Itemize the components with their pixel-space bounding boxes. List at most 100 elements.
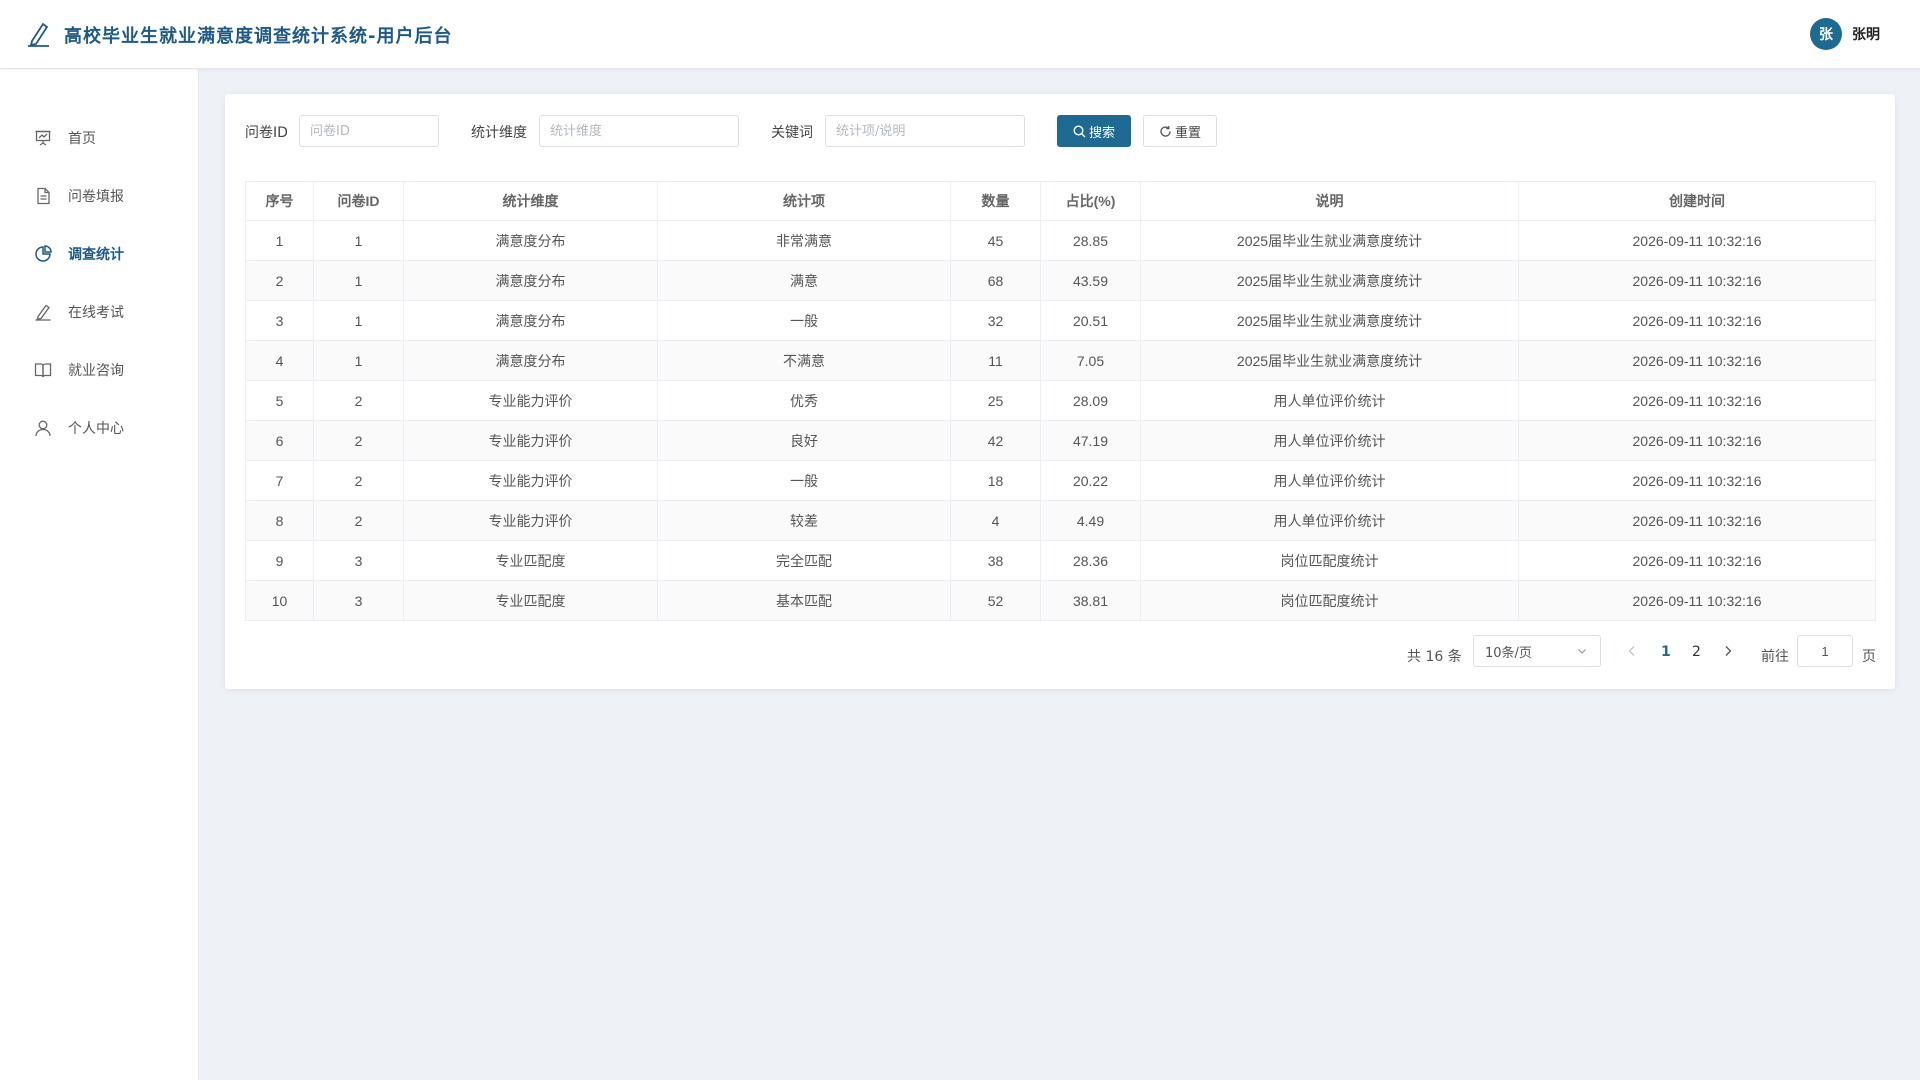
table-cell: 用人单位评价统计 [1140,380,1519,421]
page-suffix-label: 页 [1862,649,1876,665]
keyword-input[interactable] [825,115,1025,147]
table-cell: 非常满意 [657,220,951,261]
table-cell: 11 [950,340,1041,381]
table-cell: 2 [313,460,404,501]
table-cell: 2 [313,500,404,541]
sidebar: 首页 问卷填报 调查统计 在线考试 就业咨询 个人中心 [0,69,199,1080]
edit-pen-icon [35,304,51,321]
edit-pen-logo-icon [28,22,49,47]
total-count: 共 16 条 [1407,649,1462,665]
table-row: 3 1 满意度分布 一般 32 20.51 2025届毕业生就业满意度统计 2026-09-1… [245,300,1876,341]
search-button[interactable]: 搜索 [1057,115,1131,147]
table-cell: 满意度分布 [403,260,658,301]
page-size-select[interactable]: 10条/页 [1473,635,1601,667]
table-cell: 专业能力评价 [403,420,658,461]
table-cell: 用人单位评价统计 [1140,500,1519,541]
search-icon [1073,124,1086,137]
table-cell: 8 [245,500,314,541]
table-cell: 68 [950,260,1041,301]
table-cell: 1 [313,340,404,381]
reset-button[interactable]: 重置 [1143,115,1217,147]
goto-page-input[interactable] [1797,635,1853,667]
table-cell: 6 [245,420,314,461]
sidebar-item-statistics[interactable]: 调查统计 [0,232,199,276]
table-cell: 专业能力评价 [403,460,658,501]
table-row: 2 1 满意度分布 满意 68 43.59 2025届毕业生就业满意度统计 2026-09-1… [245,260,1876,301]
sidebar-item-profile[interactable]: 个人中心 [0,406,199,450]
table-cell: 2026-09-11 10:32:16 [1518,260,1876,301]
prev-page-icon[interactable] [1623,642,1641,660]
user-menu[interactable]: 张 张明 [1810,18,1880,50]
table-cell: 1 [313,220,404,261]
user-icon [35,420,51,437]
table-cell: 3 [313,540,404,581]
goto-label: 前往 [1761,649,1789,665]
column-header: 说明 [1140,181,1519,221]
table-cell: 完全匹配 [657,540,951,581]
table-row: 7 2 专业能力评价 一般 18 20.22 用人单位评价统计 2026-09-11 10:3… [245,460,1876,501]
table-cell: 32 [950,300,1041,341]
app-title: 高校毕业生就业满意度调查统计系统-用户后台 [64,26,453,47]
sidebar-item-career-consulting[interactable]: 就业咨询 [0,348,199,392]
search-button-label: 搜索 [1088,125,1115,141]
table-cell: 良好 [657,420,951,461]
table-cell: 满意度分布 [403,220,658,261]
table-row: 4 1 满意度分布 不满意 11 7.05 2025届毕业生就业满意度统计 2026-09-1… [245,340,1876,381]
column-header: 数量 [950,181,1041,221]
dimension-input[interactable] [539,115,739,147]
table-cell: 45 [950,220,1041,261]
table-cell: 18 [950,460,1041,501]
table-cell: 2025届毕业生就业满意度统计 [1140,300,1519,341]
table-cell: 3 [313,580,404,621]
questionnaire-id-input[interactable] [299,115,439,147]
sidebar-item-questionnaire[interactable]: 问卷填报 [0,174,199,218]
sidebar-item-home[interactable]: 首页 [0,116,199,160]
table-cell: 专业匹配度 [403,580,658,621]
open-book-icon [34,363,52,378]
dimension-label: 统计维度 [471,125,527,141]
table-cell: 满意 [657,260,951,301]
chevron-down-icon [1578,649,1586,654]
table-row: 5 2 专业能力评价 优秀 25 28.09 用人单位评价统计 2026-09-11 10:3… [245,380,1876,421]
table-cell: 2025届毕业生就业满意度统计 [1140,220,1519,261]
table-cell: 43.59 [1040,260,1141,301]
table-cell: 7.05 [1040,340,1141,381]
keyword-label: 关键词 [771,125,813,141]
page-number-2[interactable]: 2 [1692,644,1701,660]
table-cell: 满意度分布 [403,300,658,341]
table-cell: 用人单位评价统计 [1140,460,1519,501]
sidebar-item-label: 在线考试 [68,305,124,321]
page-number-1[interactable]: 1 [1661,644,1671,660]
table-cell: 28.85 [1040,220,1141,261]
avatar[interactable]: 张 [1810,18,1842,50]
table-cell: 47.19 [1040,420,1141,461]
table-cell: 较差 [657,500,951,541]
table-cell: 42 [950,420,1041,461]
presentation-icon [35,130,51,146]
table-cell: 28.09 [1040,380,1141,421]
next-page-icon[interactable] [1719,642,1737,660]
column-header: 统计维度 [403,181,658,221]
refresh-icon [1160,125,1171,137]
table-cell: 用人单位评价统计 [1140,420,1519,461]
table-cell: 专业能力评价 [403,500,658,541]
table-row: 1 1 满意度分布 非常满意 45 28.85 2025届毕业生就业满意度统计 2026-09… [245,220,1876,261]
table-cell: 4.49 [1040,500,1141,541]
pie-chart-icon [35,245,52,262]
sidebar-item-online-exam[interactable]: 在线考试 [0,290,199,334]
table-cell: 2025届毕业生就业满意度统计 [1140,340,1519,381]
table-cell: 2026-09-11 10:32:16 [1518,380,1876,421]
table-cell: 38 [950,540,1041,581]
table-cell: 一般 [657,460,951,501]
table-row: 8 2 专业能力评价 较差 4 4.49 用人单位评价统计 2026-09-11 10:32:… [245,500,1876,541]
table-cell: 1 [313,300,404,341]
table-cell: 52 [950,580,1041,621]
table-cell: 28.36 [1040,540,1141,581]
table-row: 10 3 专业匹配度 基本匹配 52 38.81 岗位匹配度统计 2026-09-11 10:… [245,580,1876,621]
statistics-panel: 问卷ID 统计维度 关键词 搜索 重置 序号 问卷ID 统计维度 统计项 数量 … [225,94,1895,689]
table-cell: 一般 [657,300,951,341]
user-name[interactable]: 张明 [1852,24,1880,44]
sidebar-item-label: 个人中心 [68,421,124,437]
table-cell: 2026-09-11 10:32:16 [1518,500,1876,541]
table-cell: 4 [950,500,1041,541]
